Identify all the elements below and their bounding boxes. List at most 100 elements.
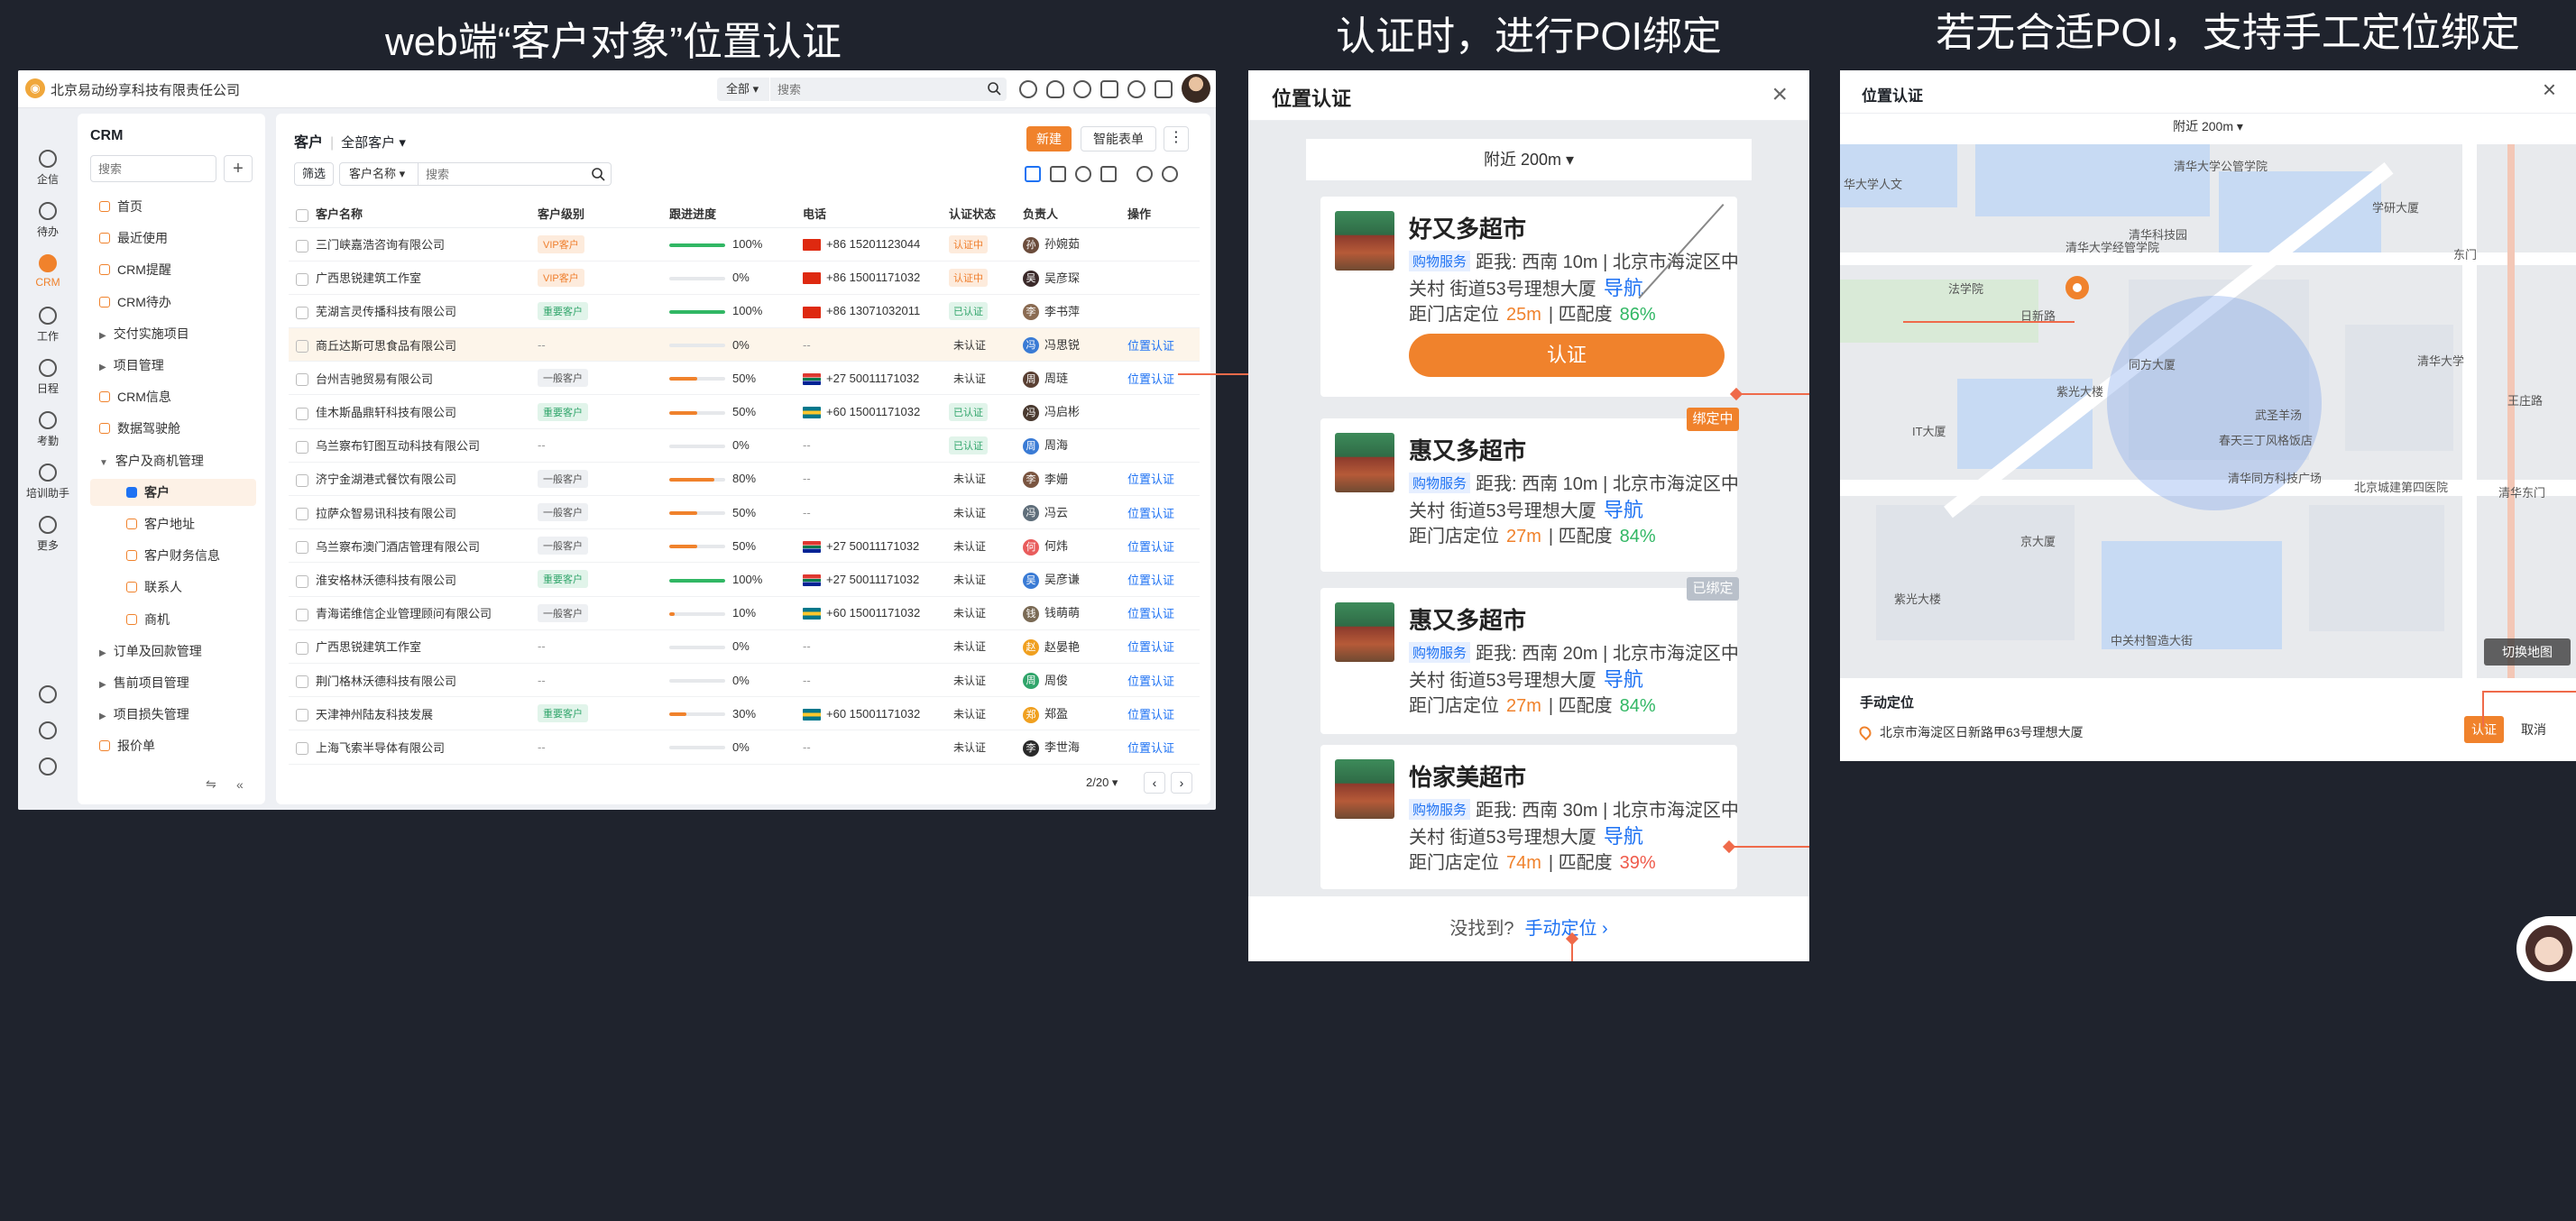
- name-cell[interactable]: 佳木斯晶鼎轩科技有限公司: [289, 394, 538, 429]
- name-cell[interactable]: 台州吉驰贸易有限公司: [289, 361, 538, 396]
- nav-item[interactable]: 客户地址: [90, 510, 256, 537]
- new-button[interactable]: 新建: [1026, 126, 1072, 151]
- nav-item[interactable]: ▶ 交付实施项目: [90, 320, 256, 347]
- nav-item[interactable]: ▼ 客户及商机管理: [90, 447, 256, 474]
- row-checkbox[interactable]: [296, 675, 308, 689]
- prev-page-button[interactable]: ‹: [1144, 772, 1165, 794]
- rail-item-6[interactable]: 培训助手: [18, 464, 78, 500]
- customer-name[interactable]: 上海飞索半导体有限公司: [316, 741, 445, 755]
- name-cell[interactable]: 上海飞索半导体有限公司: [289, 730, 538, 765]
- nav-item[interactable]: 联系人: [90, 574, 256, 601]
- rail-item-5[interactable]: 考勤: [18, 411, 78, 448]
- name-cell[interactable]: 商丘达斯可思食品有限公司: [289, 327, 538, 363]
- table-row[interactable]: 荆门格林沃德科技有限公司 -- 0% -- 未认证周周俊 位置认证: [289, 663, 1200, 698]
- row-checkbox[interactable]: [296, 407, 308, 420]
- navigate-link[interactable]: 导航: [1604, 825, 1643, 848]
- location-auth-link[interactable]: 位置认证: [1127, 640, 1174, 654]
- customer-name[interactable]: 台州吉驰贸易有限公司: [316, 372, 433, 386]
- location-auth-link[interactable]: 位置认证: [1127, 607, 1174, 620]
- map-view-icon[interactable]: [1075, 166, 1091, 182]
- table-row[interactable]: 佳木斯晶鼎轩科技有限公司 重要客户 50% +60 15001171032 已认证 冯冯启…: [289, 394, 1200, 429]
- name-cell[interactable]: 乌兰察布澳门酒店管理有限公司: [289, 528, 538, 564]
- search-scope-select[interactable]: 全部 ▾: [717, 78, 769, 101]
- column-header[interactable]: 客户级别: [538, 200, 669, 228]
- poi-card[interactable]: 好又多超市 购物服务 距我: 西南 10m | 北京市海淀区中 关村 街道53号理想大…: [1320, 197, 1739, 397]
- row-checkbox[interactable]: [296, 272, 308, 286]
- nav-item[interactable]: ▶ 售前项目管理: [90, 669, 256, 696]
- list-view-icon[interactable]: [1025, 166, 1041, 182]
- customer-name[interactable]: 商丘达斯可思食品有限公司: [316, 339, 456, 353]
- name-cell[interactable]: 拉萨众智易讯科技有限公司: [289, 495, 538, 530]
- search-icon[interactable]: [987, 81, 1001, 96]
- row-checkbox[interactable]: [296, 373, 308, 387]
- task-check-icon[interactable]: [1073, 80, 1091, 98]
- column-header[interactable]: 认证状态: [949, 200, 1023, 228]
- column-header[interactable]: 客户名称: [289, 200, 538, 228]
- nav-settings-icon[interactable]: ⇋: [206, 776, 216, 792]
- row-checkbox[interactable]: [296, 742, 308, 756]
- nav-item[interactable]: ▶ 项目管理: [90, 352, 256, 379]
- column-header[interactable]: 跟进进度: [669, 200, 803, 228]
- table-row[interactable]: 拉萨众智易讯科技有限公司 一般客户 50% -- 未认证冯冯云 位置认证: [289, 495, 1200, 530]
- customer-name[interactable]: 拉萨众智易讯科技有限公司: [316, 507, 456, 520]
- customer-name[interactable]: 佳木斯晶鼎轩科技有限公司: [316, 406, 456, 419]
- nav-item[interactable]: 报价单: [90, 732, 256, 759]
- table-row[interactable]: 广西思锐建筑工作室 -- 0% -- 未认证赵赵晏艳 位置认证: [289, 629, 1200, 664]
- smart-form-button[interactable]: 智能表单: [1081, 126, 1156, 151]
- name-cell[interactable]: 广西思锐建筑工作室: [289, 629, 538, 664]
- name-cell[interactable]: 三门峡嘉浩咨询有限公司: [289, 227, 538, 262]
- customer-name[interactable]: 淮安格林沃德科技有限公司: [316, 574, 456, 587]
- user-avatar[interactable]: [1182, 74, 1210, 103]
- view-selector[interactable]: 全部客户 ▾: [341, 135, 406, 151]
- search-field-select[interactable]: 客户名称 ▾: [339, 162, 419, 186]
- row-checkbox[interactable]: [296, 307, 308, 320]
- close-icon[interactable]: ×: [2543, 76, 2556, 104]
- nav-search-input[interactable]: [90, 155, 216, 182]
- next-page-button[interactable]: ›: [1171, 772, 1192, 794]
- location-auth-link[interactable]: 位置认证: [1127, 708, 1174, 721]
- customer-name[interactable]: 济宁金湖港式餐饮有限公司: [316, 473, 456, 486]
- card-view-icon[interactable]: [1050, 166, 1066, 182]
- table-row[interactable]: 三门峡嘉浩咨询有限公司 VIP客户 100% +86 15201123044 认证中 孙孙…: [289, 227, 1200, 262]
- gear-icon[interactable]: [39, 757, 57, 776]
- settings-icon[interactable]: [1155, 80, 1173, 98]
- manual-locate-link[interactable]: 手动定位 ›: [1524, 919, 1607, 939]
- assistant-avatar[interactable]: [2516, 916, 2576, 981]
- table-row[interactable]: 济宁金湖港式餐饮有限公司 一般客户 80% -- 未认证李李姗 位置认证: [289, 462, 1200, 497]
- name-cell[interactable]: 乌兰察布钉图互动科技有限公司: [289, 428, 538, 463]
- name-cell[interactable]: 济宁金湖港式餐饮有限公司: [289, 462, 538, 497]
- bell-icon[interactable]: [1046, 80, 1064, 98]
- row-checkbox[interactable]: [296, 541, 308, 555]
- table-row[interactable]: 芜湖言灵传播科技有限公司 重要客户 100% +86 13071032011 已认证 李李…: [289, 294, 1200, 329]
- poi-card[interactable]: 怡家美超市 购物服务 距我: 西南 30m | 北京市海淀区中 关村 街道53号理想大…: [1320, 745, 1739, 889]
- apps-icon[interactable]: [1100, 80, 1118, 98]
- pager-text[interactable]: 2/20 ▾: [1086, 776, 1118, 790]
- nav-item[interactable]: 客户: [90, 478, 256, 506]
- table-row[interactable]: 商丘达斯可思食品有限公司 -- 0% -- 未认证冯冯思锐 位置认证: [289, 327, 1200, 363]
- message-icon[interactable]: [1019, 80, 1037, 98]
- customer-name[interactable]: 青海诺维信企业管理顾问有限公司: [316, 607, 492, 620]
- customer-name[interactable]: 广西思锐建筑工作室: [316, 271, 421, 285]
- row-checkbox[interactable]: [296, 709, 308, 722]
- name-cell[interactable]: 天津神州陆友科技发展: [289, 696, 538, 731]
- contacts-icon[interactable]: [39, 721, 57, 739]
- table-row[interactable]: 天津神州陆友科技发展 重要客户 30% +60 15001171032 未认证郑郑盈 位置…: [289, 696, 1200, 731]
- navigate-link[interactable]: 导航: [1604, 277, 1643, 299]
- table-row[interactable]: 乌兰察布澳门酒店管理有限公司 一般客户 50% +27 50011171032 未认证 何…: [289, 528, 1200, 564]
- refresh-icon[interactable]: [1162, 166, 1178, 182]
- select-all-checkbox[interactable]: [296, 208, 308, 222]
- name-cell[interactable]: 芜湖言灵传播科技有限公司: [289, 294, 538, 329]
- navigate-link[interactable]: 导航: [1604, 668, 1643, 691]
- column-settings-icon[interactable]: [1136, 166, 1153, 182]
- column-header[interactable]: 操作: [1127, 200, 1200, 228]
- location-auth-link[interactable]: 位置认证: [1127, 574, 1174, 587]
- customer-name[interactable]: 芜湖言灵传播科技有限公司: [316, 305, 456, 318]
- location-auth-link[interactable]: 位置认证: [1127, 473, 1174, 486]
- location-auth-link[interactable]: 位置认证: [1127, 675, 1174, 688]
- confirm-button[interactable]: 认证: [2464, 716, 2504, 743]
- customer-name[interactable]: 乌兰察布澳门酒店管理有限公司: [316, 540, 480, 554]
- location-auth-link[interactable]: 位置认证: [1127, 339, 1174, 353]
- nav-item[interactable]: ▶ 订单及回款管理: [90, 638, 256, 665]
- close-icon[interactable]: ×: [1771, 79, 1788, 110]
- nav-item[interactable]: 首页: [90, 193, 256, 220]
